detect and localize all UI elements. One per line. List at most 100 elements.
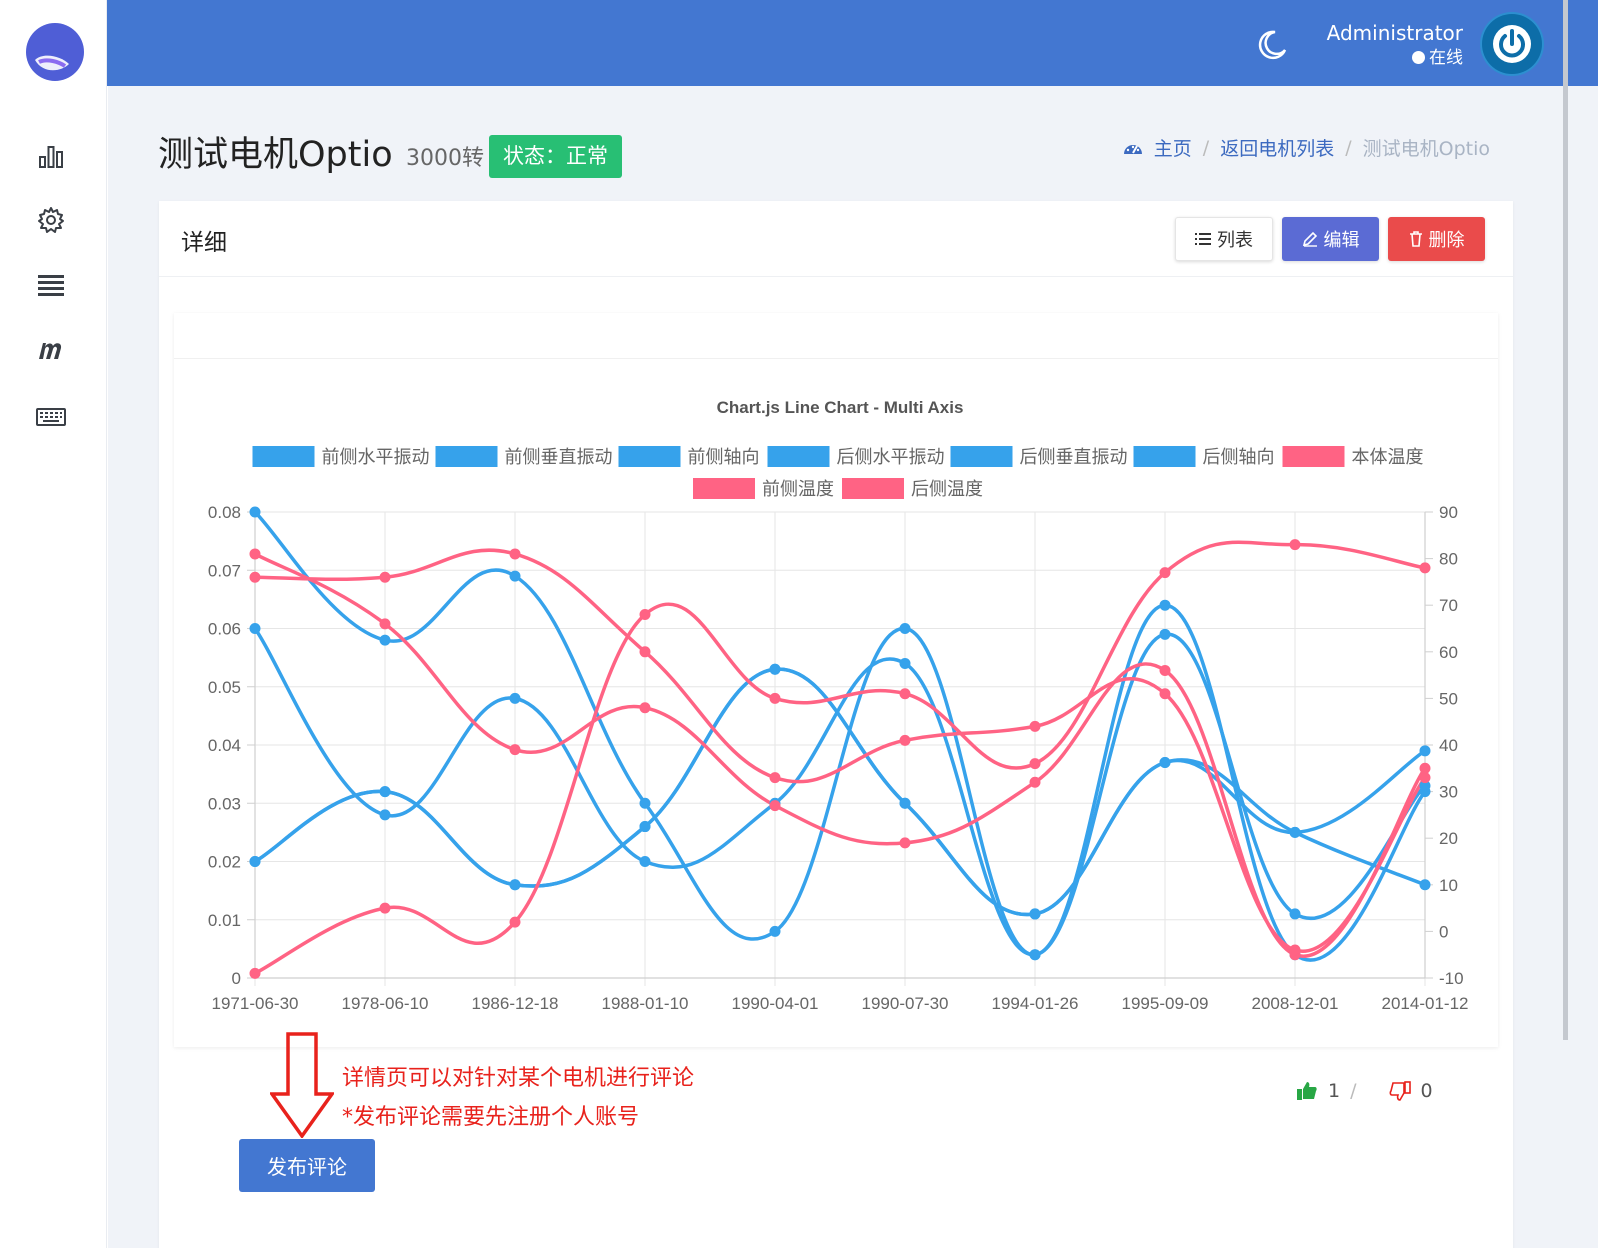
- series-6-point: [249, 967, 261, 979]
- bar-chart-icon[interactable]: [34, 139, 68, 173]
- series-5-point: [249, 856, 261, 867]
- series-5-point: [1029, 908, 1041, 920]
- series-1-point: [639, 856, 651, 867]
- series-6-point: [899, 688, 911, 700]
- y-right-tick-label: 20: [1439, 829, 1458, 848]
- m-logo-icon[interactable]: [34, 333, 68, 367]
- y-left-tick-label: 0.07: [208, 561, 241, 580]
- series-7-point: [379, 618, 391, 630]
- legend-item[interactable]: 前侧温度: [693, 478, 834, 499]
- legend-item[interactable]: 前侧垂直振动: [435, 446, 613, 467]
- series-1-point: [1159, 628, 1171, 640]
- breadcrumb-separator: /: [1202, 136, 1210, 159]
- series-8-point: [769, 772, 781, 784]
- thumbs-up-icon[interactable]: [1296, 1081, 1318, 1101]
- series-6-point: [509, 916, 521, 928]
- thumbs-down-icon[interactable]: [1389, 1081, 1411, 1101]
- y-right-tick-label: 80: [1439, 550, 1458, 569]
- list-button[interactable]: 列表: [1175, 217, 1273, 261]
- series-7-point: [1159, 664, 1171, 676]
- annotation-text: 详情页可以对针对某个电机进行评论: [342, 1066, 695, 1091]
- legend-swatch: [1282, 446, 1345, 467]
- breadcrumb: 主页 / 返回电机列表 / 测试电机Optio: [1123, 134, 1490, 161]
- chart-title: Chart.js Line Chart - Multi Axis: [717, 398, 964, 417]
- x-tick-label: 1971-06-30: [212, 994, 299, 1013]
- legend-item[interactable]: 后侧温度: [842, 478, 983, 499]
- gear-icon[interactable]: [34, 203, 68, 237]
- y-right-tick-label: 60: [1439, 643, 1458, 662]
- y-left-tick-label: 0.01: [208, 911, 241, 930]
- legend-label: 本体温度: [1352, 447, 1424, 467]
- x-tick-label: 1988-01-10: [602, 994, 689, 1013]
- x-tick-label: 1990-07-30: [862, 994, 949, 1013]
- list-button-label: 列表: [1217, 230, 1253, 251]
- series-1-point: [249, 623, 261, 634]
- series-0-line: [253, 510, 1427, 962]
- upvote-count: 1: [1328, 1080, 1341, 1102]
- legend-swatch: [618, 446, 681, 467]
- card-header: 详细 列表 编辑 删除: [159, 201, 1513, 277]
- breadcrumb-separator: /: [1345, 136, 1352, 159]
- legend-swatch: [767, 446, 830, 467]
- y-left-tick-label: 0: [232, 969, 241, 988]
- list-icon: [1195, 233, 1211, 245]
- user-status: 在线: [1412, 43, 1463, 68]
- series-5-point: [639, 821, 651, 833]
- legend-swatch: [842, 478, 904, 499]
- series-8-point: [1159, 688, 1171, 700]
- y-right-tick-label: 0: [1439, 922, 1448, 941]
- series-7-point: [1419, 762, 1431, 774]
- page-title: 测试电机Optio: [158, 135, 393, 175]
- vote-separator: /: [1350, 1080, 1357, 1102]
- series-7-point: [509, 744, 521, 756]
- post-comment-button[interactable]: 发布评论: [239, 1139, 375, 1192]
- edit-button[interactable]: 编辑: [1282, 217, 1379, 261]
- avatar[interactable]: [1482, 14, 1542, 74]
- annotation-text: *发布评论需要先注册个人账号: [342, 1105, 640, 1130]
- breadcrumb-current: 测试电机Optio: [1362, 138, 1490, 160]
- y-right-tick-label: 30: [1439, 783, 1458, 802]
- legend-item[interactable]: 后侧垂直振动: [950, 446, 1128, 467]
- keyboard-icon[interactable]: [34, 400, 68, 434]
- moon-icon[interactable]: [1255, 28, 1289, 62]
- legend-item[interactable]: 后侧水平振动: [767, 446, 945, 467]
- y-left-tick-label: 0.04: [208, 736, 241, 755]
- series-5-point: [1289, 826, 1301, 838]
- legend-item[interactable]: 前侧轴向: [618, 446, 760, 467]
- legend-label: 后侧轴向: [1203, 447, 1275, 467]
- series-0-point: [639, 797, 651, 809]
- legend-item[interactable]: 本体温度: [1282, 446, 1424, 467]
- y-right-tick-label: 40: [1439, 736, 1458, 755]
- series-1-point: [1029, 949, 1041, 961]
- trash-icon: [1409, 231, 1422, 247]
- app-logo[interactable]: [25, 22, 85, 82]
- series-8-point: [249, 571, 261, 583]
- series-7-point: [249, 548, 261, 560]
- legend-swatch: [435, 446, 498, 467]
- series-6-point: [769, 692, 781, 704]
- power-icon: [1493, 25, 1531, 63]
- vote-counter: 1 / 0: [1296, 1080, 1433, 1102]
- series-5-point: [769, 663, 781, 675]
- legend-label: 后侧温度: [911, 479, 983, 499]
- rpm-label: 3000转: [406, 146, 484, 171]
- legend-item[interactable]: 后侧轴向: [1133, 446, 1275, 467]
- scrollbar-track[interactable]: [1563, 86, 1598, 1248]
- user-name[interactable]: Administrator: [1327, 21, 1463, 45]
- series-7-point: [1029, 776, 1041, 788]
- scrollbar-thumb[interactable]: [1563, 0, 1568, 1040]
- legend-swatch: [950, 446, 1013, 467]
- y-right-tick-label: 90: [1439, 503, 1458, 522]
- legend-item[interactable]: 前侧水平振动: [252, 446, 430, 467]
- y-right-tick-label: 50: [1439, 689, 1458, 708]
- breadcrumb-home[interactable]: 主页: [1154, 134, 1192, 161]
- series-1-line: [253, 627, 1427, 957]
- series-8-point: [899, 734, 911, 746]
- legend-swatch: [1133, 446, 1196, 467]
- series-0-point: [769, 925, 781, 937]
- breadcrumb-back[interactable]: 返回电机列表: [1220, 134, 1334, 161]
- delete-button[interactable]: 删除: [1388, 217, 1485, 261]
- list-icon[interactable]: [34, 268, 68, 302]
- legend-label: 前侧水平振动: [322, 447, 430, 467]
- series-8-point: [1289, 944, 1301, 956]
